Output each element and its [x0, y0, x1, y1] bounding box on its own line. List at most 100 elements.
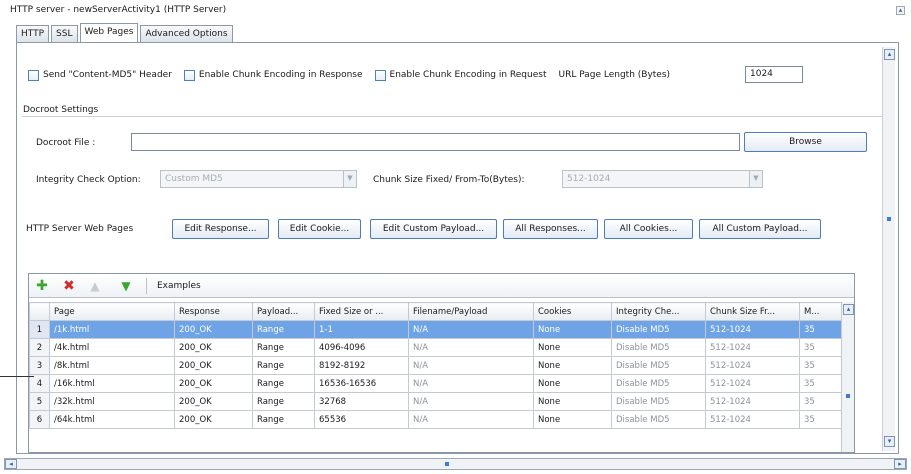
table-row[interactable]: 5 /32k.html 200_OK Range 32768 N/A None …: [29, 392, 842, 411]
url-length-label: URL Page Length (Bytes): [558, 70, 671, 80]
panel-vertical-scrollbar[interactable]: ▴ ▾: [882, 47, 895, 451]
edit-response-button[interactable]: Edit Response...: [172, 219, 269, 239]
column-header[interactable]: M...: [799, 302, 842, 321]
tab-web-pages[interactable]: Web Pages: [79, 23, 139, 42]
table-row[interactable]: 1 /1k.html 200_OK Range 1-1 N/A None Dis…: [29, 320, 842, 339]
table-cell: None: [533, 410, 612, 429]
table-cell: /4k.html: [49, 338, 175, 357]
content-md5-checkbox[interactable]: [28, 69, 39, 81]
table-cell: 1-1: [314, 320, 409, 339]
scroll-up-icon[interactable]: ▴: [843, 304, 854, 315]
table-cell: 512-1024: [705, 320, 800, 339]
table-cell: /16k.html: [49, 374, 175, 393]
collapse-icon[interactable]: ▴: [896, 6, 905, 15]
delete-icon[interactable]: ✖: [61, 278, 77, 294]
all-custom-payload-button[interactable]: All Custom Payload...: [699, 219, 821, 239]
table-cell: 4096-4096: [314, 338, 409, 357]
move-up-icon[interactable]: ▲: [87, 278, 103, 294]
table-toolbar: ✚ ✖ ▲ ▼ Examples: [29, 274, 854, 298]
toolbar-separator: [146, 278, 147, 294]
column-header[interactable]: Payload...: [252, 302, 315, 321]
scroll-left-icon[interactable]: ◂: [5, 459, 17, 469]
column-header[interactable]: Filename/Payload: [408, 302, 534, 321]
window-title-bar: HTTP server - newServerActivity1 (HTTP S…: [0, 0, 911, 20]
table-cell: 512-1024: [705, 356, 800, 375]
table-vertical-scrollbar[interactable]: ▴: [841, 302, 854, 452]
chevron-down-icon: ▼: [343, 171, 356, 187]
scroll-down-icon[interactable]: ▾: [884, 436, 895, 447]
table-cell: Range: [252, 356, 315, 375]
table-cell: Range: [252, 392, 315, 411]
url-length-input[interactable]: 1024: [745, 66, 803, 83]
table-cell: 8192-8192: [314, 356, 409, 375]
tab-http[interactable]: HTTP: [16, 25, 50, 42]
browse-button[interactable]: Browse: [744, 132, 867, 152]
table-cell: 35: [799, 356, 842, 375]
table-cell: N/A: [408, 338, 534, 357]
table-cell: /32k.html: [49, 392, 175, 411]
table-row[interactable]: 4 /16k.html 200_OK Range 16536-16536 N/A…: [29, 374, 842, 393]
column-header[interactable]: [29, 302, 50, 321]
column-header[interactable]: Cookies: [533, 302, 612, 321]
edit-custom-payload-button[interactable]: Edit Custom Payload...: [370, 219, 497, 239]
table-cell: /1k.html: [49, 320, 175, 339]
annotation-line: [0, 376, 34, 377]
move-down-icon[interactable]: ▼: [118, 278, 134, 294]
scroll-up-icon[interactable]: ▴: [884, 49, 895, 60]
chunk-request-checkbox[interactable]: [374, 69, 386, 81]
docroot-file-input[interactable]: [131, 133, 740, 151]
table-cell: Range: [252, 320, 315, 339]
scroll-thumb[interactable]: [846, 394, 850, 398]
add-icon[interactable]: ✚: [34, 278, 50, 294]
scroll-thumb[interactable]: [445, 462, 449, 466]
table-row[interactable]: 6 /64k.html 200_OK Range 65536 N/A None …: [29, 410, 842, 429]
all-responses-button[interactable]: All Responses...: [503, 219, 598, 239]
table-cell: 35: [799, 338, 842, 357]
column-header[interactable]: Page: [49, 302, 175, 321]
docroot-section-title: Docroot Settings: [23, 105, 99, 115]
table-cell: None: [533, 320, 612, 339]
scroll-right-icon[interactable]: ▸: [894, 459, 906, 469]
table-cell: Disable MD5: [611, 320, 706, 339]
tab-ssl[interactable]: SSL: [51, 25, 78, 42]
table-cell: /64k.html: [49, 410, 175, 429]
column-header[interactable]: Integrity Che...: [611, 302, 706, 321]
table-cell: Range: [252, 374, 315, 393]
row-number: 3: [29, 356, 50, 375]
table-cell: N/A: [408, 392, 534, 411]
integrity-check-value: Custom MD5: [165, 174, 223, 184]
column-header[interactable]: Response: [174, 302, 253, 321]
table-cell: None: [533, 338, 612, 357]
chunk-size-select[interactable]: 512-1024 ▼: [562, 170, 763, 188]
table-row[interactable]: 2 /4k.html 200_OK Range 4096-4096 N/A No…: [29, 338, 842, 357]
window-title: HTTP server - newServerActivity1 (HTTP S…: [10, 5, 227, 15]
table-cell: 16536-16536: [314, 374, 409, 393]
table-cell: 512-1024: [705, 338, 800, 357]
table-cell: 200_OK: [174, 374, 253, 393]
all-cookies-button[interactable]: All Cookies...: [604, 219, 693, 239]
column-header[interactable]: Chunk Size Fr...: [705, 302, 800, 321]
integrity-check-select[interactable]: Custom MD5 ▼: [160, 170, 357, 188]
table-header-row: Page Response Payload... Fixed Size or .…: [29, 302, 842, 321]
examples-button[interactable]: Examples: [157, 274, 201, 298]
tab-bar: HTTP SSL Web Pages Advanced Options: [16, 23, 235, 42]
web-pages-table: Page Response Payload... Fixed Size or .…: [29, 302, 842, 429]
table-cell: 35: [799, 320, 842, 339]
panel-horizontal-scrollbar[interactable]: ◂ ▸: [4, 458, 907, 470]
section-divider: [22, 116, 882, 117]
table-cell: 200_OK: [174, 410, 253, 429]
table-cell: Disable MD5: [611, 410, 706, 429]
scroll-thumb[interactable]: [887, 217, 891, 221]
table-cell: None: [533, 392, 612, 411]
chunk-response-checkbox[interactable]: [183, 69, 195, 81]
tab-advanced-options[interactable]: Advanced Options: [140, 25, 233, 42]
table-cell: 512-1024: [705, 374, 800, 393]
table-cell: 65536: [314, 410, 409, 429]
table-cell: None: [533, 356, 612, 375]
web-pages-table-frame: ✚ ✖ ▲ ▼ Examples Page Response Payload..…: [28, 273, 855, 453]
table-row[interactable]: 3 /8k.html 200_OK Range 8192-8192 N/A No…: [29, 356, 842, 375]
table-cell: Range: [252, 338, 315, 357]
edit-cookie-button[interactable]: Edit Cookie...: [278, 219, 361, 239]
column-header[interactable]: Fixed Size or ...: [314, 302, 409, 321]
table-cell: Disable MD5: [611, 374, 706, 393]
